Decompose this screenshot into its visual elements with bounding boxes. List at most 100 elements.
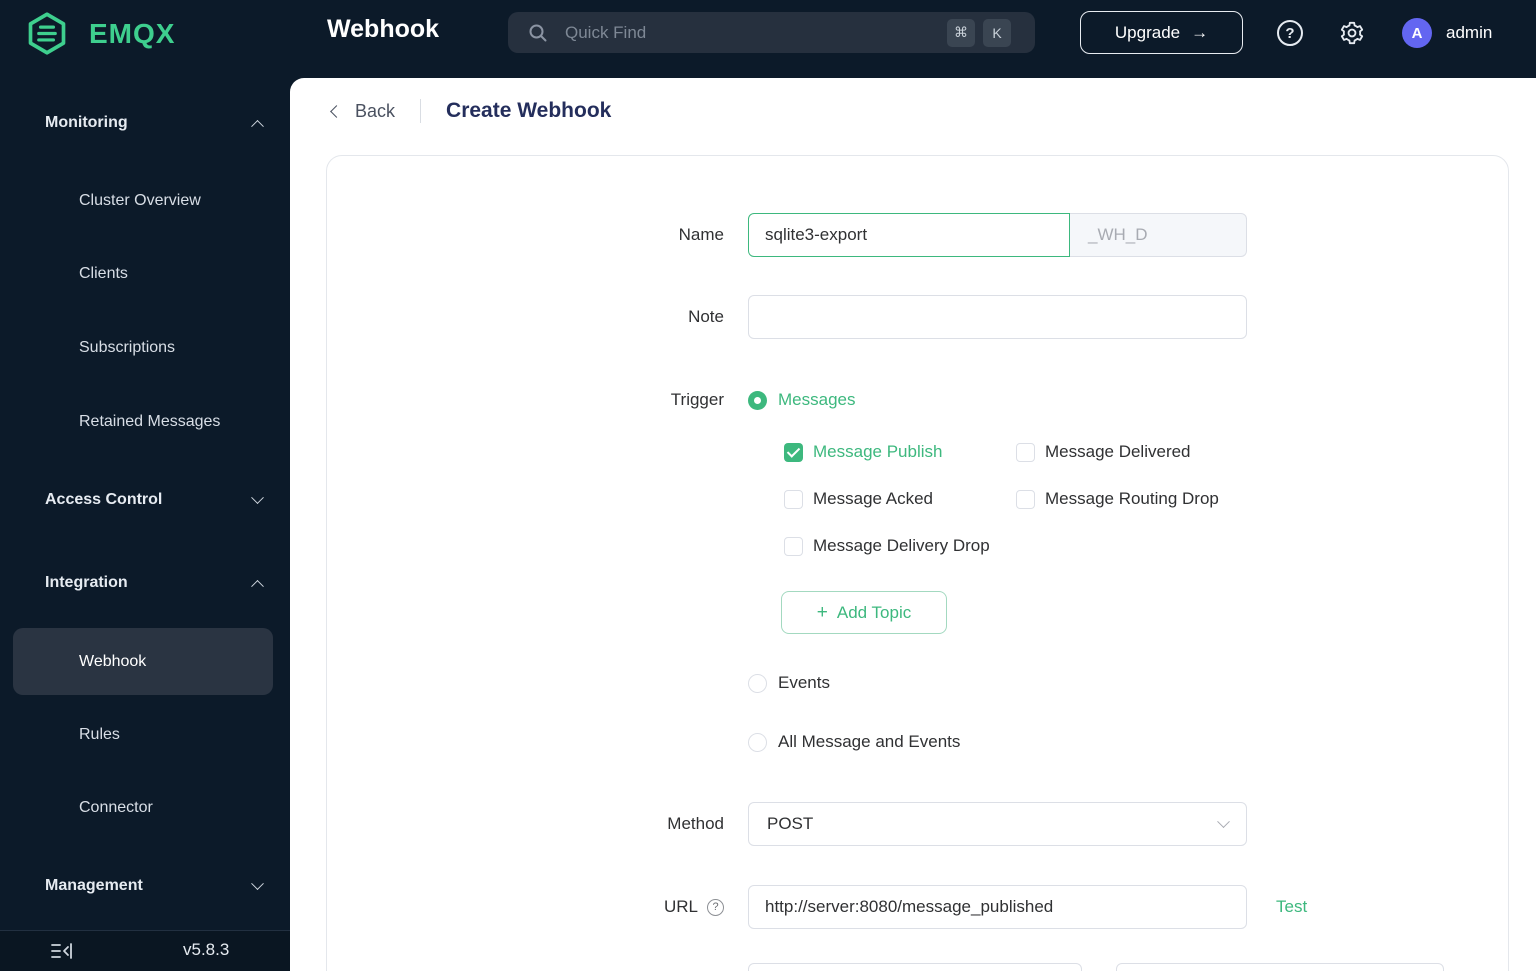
chevron-down-icon: [251, 876, 264, 890]
sidebar: Monitoring Cluster Overview Clients Subs…: [0, 66, 290, 971]
gear-icon: [1340, 21, 1364, 45]
section-label: Access Control: [45, 491, 163, 508]
radio-label: All Message and Events: [778, 732, 961, 751]
webhook-form: Name _WH_D Note Trigger: [327, 156, 1508, 971]
method-label: Method: [667, 814, 724, 833]
radio-all-message-and-events[interactable]: All Message and Events: [748, 729, 1508, 755]
sidebar-item-clients[interactable]: Clients: [79, 261, 262, 287]
section-label: Management: [45, 877, 143, 894]
checkbox-message-routing-drop[interactable]: Message Routing Drop: [1016, 487, 1508, 511]
checkbox-label: Message Delivery Drop: [813, 536, 990, 555]
chevron-down-icon: [1217, 814, 1230, 828]
checkbox-unchecked-icon: [1016, 442, 1035, 462]
section-label: Monitoring: [45, 114, 128, 131]
collapse-sidebar-icon: [51, 943, 72, 959]
chevron-down-icon: [251, 490, 264, 504]
divider: [420, 99, 422, 123]
sidebar-item-subscriptions[interactable]: Subscriptions: [79, 335, 262, 361]
collapse-sidebar-button[interactable]: [50, 941, 74, 966]
sidebar-item-connector[interactable]: Connector: [79, 795, 262, 821]
sidebar-item-rules[interactable]: Rules: [79, 722, 262, 748]
help-button[interactable]: ?: [1277, 20, 1303, 46]
user-menu[interactable]: A admin: [1402, 18, 1492, 48]
method-value: POST: [767, 814, 814, 833]
back-label: Back: [355, 100, 396, 121]
radio-label: Messages: [778, 390, 856, 409]
checkbox-label: Message Publish: [813, 442, 943, 461]
partial-input-right[interactable]: [1116, 963, 1444, 971]
checkbox-label: Message Acked: [813, 489, 934, 508]
checkbox-unchecked-icon: [784, 536, 803, 556]
name-suffix: _WH_D: [1070, 213, 1247, 257]
logo-text: EMQX: [89, 17, 176, 49]
checkbox-message-publish[interactable]: Message Publish: [784, 440, 1016, 464]
main-panel: Back Create Webhook Name _WH_D Note: [290, 78, 1536, 971]
chevron-up-icon: [251, 579, 264, 593]
sidebar-footer: v5.8.3: [0, 930, 290, 971]
chevron-left-icon: [330, 104, 343, 118]
checkbox-message-delivered[interactable]: Message Delivered: [1016, 440, 1508, 464]
url-input[interactable]: [748, 885, 1247, 929]
checkbox-message-delivery-drop[interactable]: Message Delivery Drop: [784, 534, 1016, 558]
content-header: Back Create Webhook: [290, 78, 1536, 144]
checkbox-checked-icon: [784, 442, 803, 462]
message-checkbox-grid: Message Publish Message Delivered Messag…: [784, 440, 1508, 558]
top-header: EMQX Webhook Quick Find ⌘ K Upgrade → ? …: [0, 0, 1536, 66]
sidebar-section-integration[interactable]: Integration: [45, 570, 264, 596]
radio-unselected-icon: [748, 673, 767, 693]
item-label: Retained Messages: [79, 413, 221, 430]
sidebar-item-webhook-active[interactable]: Webhook: [13, 628, 273, 695]
trigger-row: Trigger Messages Message Publish Message…: [327, 387, 1508, 755]
checkbox-message-acked[interactable]: Message Acked: [784, 487, 1016, 511]
version-label: v5.8.3: [183, 940, 230, 959]
checkbox-label: Message Delivered: [1045, 442, 1191, 461]
trigger-label: Trigger: [670, 390, 724, 409]
url-help-icon[interactable]: ?: [707, 898, 724, 916]
name-label: Name: [678, 225, 724, 244]
radio-selected-icon: [748, 390, 767, 410]
sidebar-section-access-control[interactable]: Access Control: [45, 487, 264, 513]
arrow-right-icon: →: [1191, 22, 1209, 42]
url-label: URL: [663, 897, 698, 916]
search-placeholder: Quick Find: [565, 22, 647, 42]
sidebar-section-management[interactable]: Management: [45, 873, 264, 899]
radio-events[interactable]: Events: [748, 670, 1508, 696]
plus-icon: +: [816, 602, 828, 623]
radio-unselected-icon: [748, 732, 767, 752]
sidebar-item-cluster-overview[interactable]: Cluster Overview: [79, 188, 262, 214]
settings-button[interactable]: [1339, 20, 1365, 46]
username: admin: [1446, 23, 1493, 42]
item-label: Connector: [79, 799, 153, 816]
method-row: Method POST: [327, 802, 1508, 846]
quick-find-search[interactable]: Quick Find ⌘ K: [508, 12, 1035, 53]
chevron-up-icon: [251, 119, 264, 133]
note-input[interactable]: [748, 295, 1247, 339]
upgrade-button[interactable]: Upgrade →: [1080, 11, 1243, 54]
avatar: A: [1402, 18, 1432, 48]
item-label: Subscriptions: [79, 339, 176, 356]
page-title: Webhook: [327, 15, 440, 43]
help-icon: ?: [1277, 20, 1303, 46]
partial-input-left[interactable]: [748, 963, 1082, 971]
name-input[interactable]: [748, 213, 1070, 257]
method-select[interactable]: POST: [748, 802, 1247, 846]
upgrade-label: Upgrade: [1114, 22, 1181, 42]
k-key-badge: K: [983, 18, 1011, 47]
test-link[interactable]: Test: [1276, 885, 1307, 929]
radio-label: Events: [778, 673, 830, 692]
url-row: URL ? Test: [327, 885, 1508, 929]
checkbox-unchecked-icon: [1016, 489, 1035, 509]
note-row: Note: [327, 295, 1508, 339]
checkbox-label: Message Routing Drop: [1045, 489, 1219, 508]
search-icon: [529, 24, 547, 41]
sidebar-section-monitoring[interactable]: Monitoring: [45, 110, 264, 136]
cmd-key-badge: ⌘: [947, 18, 975, 47]
radio-messages[interactable]: Messages: [748, 387, 1508, 413]
add-topic-button[interactable]: + Add Topic: [781, 591, 947, 634]
sidebar-item-retained-messages[interactable]: Retained Messages: [79, 409, 262, 435]
extra-row: [327, 963, 1508, 971]
emqx-logo[interactable]: EMQX: [25, 10, 175, 57]
item-label: Clients: [79, 265, 128, 282]
emqx-logo-icon: [28, 12, 66, 55]
back-button[interactable]: Back: [330, 100, 396, 122]
